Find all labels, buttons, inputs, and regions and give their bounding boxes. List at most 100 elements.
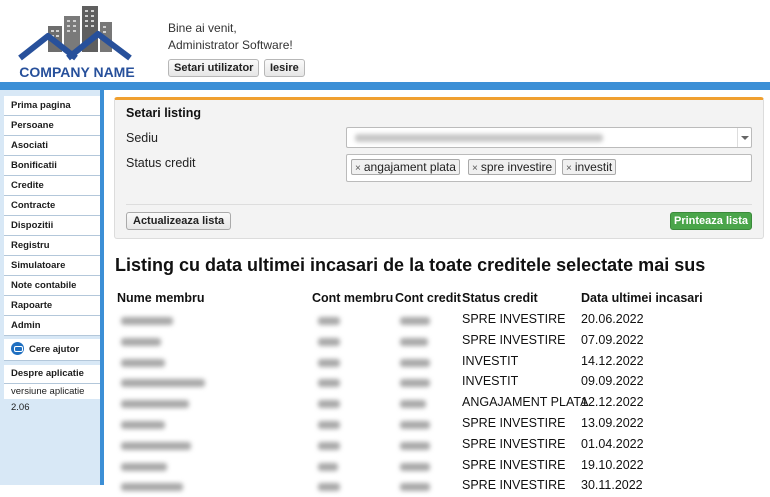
date-cell: 01.04.2022 [581, 436, 644, 451]
table-row: INVESTIT 09.09.2022 [115, 373, 755, 393]
status-cell: INVESTIT [462, 353, 519, 368]
credit-account-redacted [400, 317, 430, 325]
status-cell: SPRE INVESTIRE [462, 436, 566, 451]
member-name-redacted [121, 441, 191, 450]
date-cell: 20.06.2022 [581, 312, 644, 326]
sidebar-item-persoane[interactable]: Persoane [4, 116, 100, 136]
member-account-redacted [318, 337, 340, 346]
credit-account-redacted [400, 400, 426, 409]
date-cell: 13.09.2022 [581, 416, 644, 430]
teamviewer-icon [11, 341, 24, 355]
member-account-redacted [318, 462, 338, 471]
sidebar: Prima pagina Persoane Asociati Bonificat… [0, 90, 104, 485]
user-settings-button[interactable]: Setari utilizator [168, 59, 260, 77]
welcome-line-1: Bine ai venit, [168, 21, 237, 35]
sidebar-item-asociati[interactable]: Asociati [4, 136, 100, 156]
sediu-selected-value-redacted [355, 134, 603, 142]
app-header: COMPANY NAME Bine ai venit, Administrato… [0, 0, 770, 82]
company-name: COMPANY NAME [19, 64, 135, 80]
column-header-nume-membru: Nume membru [117, 291, 205, 305]
sidebar-item-prima-pagina[interactable]: Prima pagina [4, 96, 100, 116]
status-cell: SPRE INVESTIRE [462, 332, 566, 347]
sidebar-item-bonificatii[interactable]: Bonificatii [4, 156, 100, 176]
logout-button[interactable]: Iesire [264, 59, 305, 77]
sidebar-item-simulatoare[interactable]: Simulatoare [4, 256, 100, 276]
sidebar-item-note-contabile[interactable]: Note contabile [4, 276, 100, 296]
about-link[interactable]: Despre aplicatie [4, 365, 100, 383]
status-cell: SPRE INVESTIRE [462, 457, 566, 472]
status-tag: × investit [562, 159, 617, 175]
status-credit-label: Status credit [126, 156, 196, 170]
table-row: SPRE INVESTIRE 20.06.2022 [115, 311, 755, 331]
column-header-cont-credit: Cont credit [395, 291, 461, 305]
welcome-line-2: Administrator Software! [168, 38, 293, 52]
credit-account-redacted [400, 379, 430, 388]
date-cell: 12.12.2022 [581, 395, 644, 410]
buildings-logo-icon [18, 6, 132, 61]
help-label: Cere ajutor [29, 344, 80, 355]
status-tag: × spre investire [468, 159, 557, 175]
update-list-button[interactable]: Actualizeaza lista [126, 212, 232, 230]
status-cell: SPRE INVESTIRE [462, 478, 566, 493]
member-name-redacted [121, 400, 189, 409]
date-cell: 30.11.2022 [581, 478, 643, 493]
table-row: SPRE INVESTIRE 07.09.2022 [115, 332, 755, 352]
column-header-data-ultimei-incasari: Data ultimei incasari [581, 291, 703, 305]
table-row: SPRE INVESTIRE 19.10.2022 [115, 457, 755, 477]
table-row: SPRE INVESTIRE 01.04.2022 [115, 436, 755, 456]
status-cell: SPRE INVESTIRE [462, 312, 566, 326]
help-link[interactable]: Cere ajutor [4, 339, 100, 361]
remove-tag-icon[interactable]: × [566, 163, 572, 174]
credit-account-redacted [400, 462, 430, 471]
remove-tag-icon[interactable]: × [472, 163, 478, 174]
member-name-redacted [121, 421, 165, 429]
member-account-redacted [318, 400, 340, 409]
member-name-redacted [121, 379, 205, 388]
sidebar-menu: Prima pagina Persoane Asociati Bonificat… [4, 96, 100, 413]
app-version: versiune aplicatie 2.06 [4, 383, 100, 413]
member-account-redacted [318, 441, 340, 450]
status-cell: SPRE INVESTIRE [462, 416, 566, 430]
column-header-cont-membru: Cont membru [312, 291, 394, 305]
credit-account-redacted [400, 337, 428, 346]
sidebar-item-credite[interactable]: Credite [4, 176, 100, 196]
member-name-redacted [121, 462, 167, 471]
sediu-label: Sediu [126, 131, 158, 145]
member-account-redacted [318, 421, 340, 429]
column-header-status-credit: Status credit [462, 291, 538, 305]
sidebar-item-admin[interactable]: Admin [4, 316, 100, 336]
member-account-redacted [318, 358, 340, 367]
table-row: SPRE INVESTIRE 30.11.2022 [115, 477, 755, 497]
sidebar-item-contracte[interactable]: Contracte [4, 196, 100, 216]
panel-divider [126, 204, 752, 205]
print-list-button[interactable]: Printeaza lista [670, 212, 752, 230]
top-accent-bar [0, 82, 770, 90]
welcome-message: Bine ai venit, Administrator Software! [168, 20, 293, 54]
date-cell: 07.09.2022 [581, 332, 644, 347]
member-name-redacted [121, 358, 165, 367]
sidebar-item-rapoarte[interactable]: Rapoarte [4, 296, 100, 316]
sidebar-item-dispozitii[interactable]: Dispozitii [4, 216, 100, 236]
status-tag: × angajament plata [351, 159, 460, 175]
chevron-down-icon[interactable] [737, 128, 751, 147]
date-cell: 09.09.2022 [581, 374, 644, 389]
date-cell: 14.12.2022 [581, 353, 644, 368]
sidebar-item-registru[interactable]: Registru [4, 236, 100, 256]
remove-tag-icon[interactable]: × [355, 163, 361, 174]
credit-account-redacted [400, 441, 430, 450]
member-name-redacted [121, 317, 173, 325]
sediu-select[interactable] [346, 127, 752, 148]
status-credit-multiselect[interactable]: × angajament plata × spre investire × inves… [346, 154, 752, 182]
status-cell: INVESTIT [462, 374, 519, 389]
credit-account-redacted [400, 358, 430, 367]
table-row: ANGAJAMENT PLATA 12.12.2022 [115, 394, 755, 414]
member-name-redacted [121, 337, 161, 346]
date-cell: 19.10.2022 [581, 457, 644, 472]
listing-settings-panel: Setari listing Sediu Status credit × anga… [114, 97, 764, 239]
table-row: SPRE INVESTIRE 13.09.2022 [115, 415, 755, 435]
panel-title: Setari listing [126, 106, 202, 120]
credit-account-redacted [400, 421, 430, 429]
status-cell: ANGAJAMENT PLATA [462, 395, 589, 410]
table-row: INVESTIT 14.12.2022 [115, 353, 755, 373]
member-account-redacted [318, 379, 340, 388]
